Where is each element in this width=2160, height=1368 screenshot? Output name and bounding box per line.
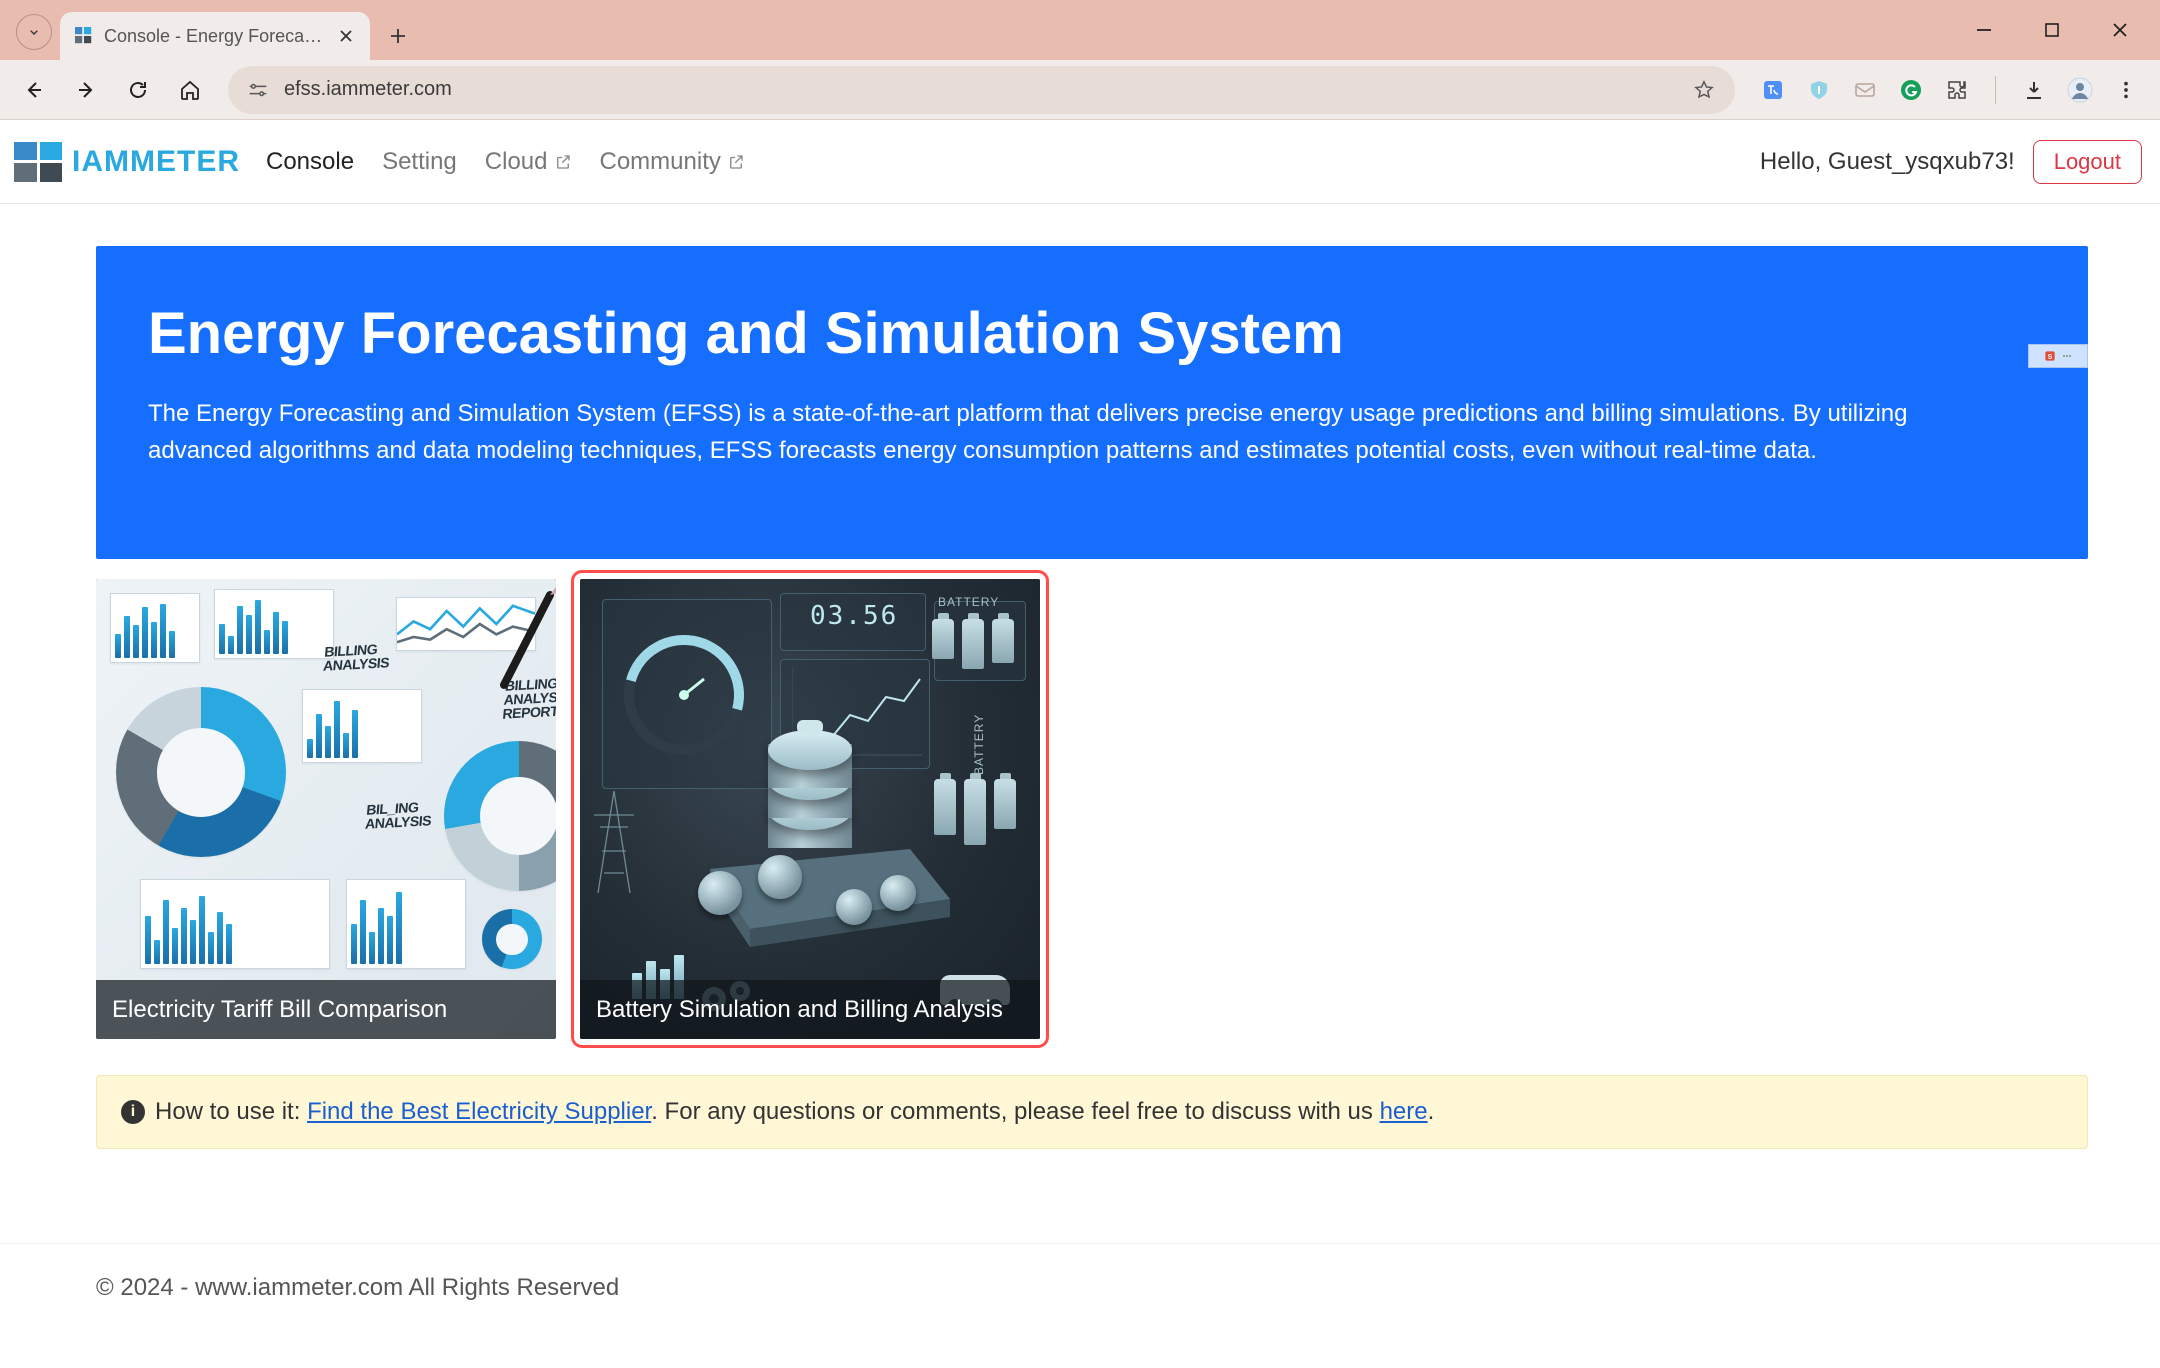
site-info-button[interactable]	[246, 78, 270, 102]
window-controls	[1970, 0, 2154, 60]
bookmark-button[interactable]	[1691, 77, 1717, 103]
arrow-right-icon	[74, 78, 98, 102]
nav-home-button[interactable]	[168, 68, 212, 112]
puzzle-icon	[1945, 78, 1969, 102]
new-tab-button[interactable]	[380, 18, 416, 54]
card-illustration: 03.56 BATTERY BATTERY	[580, 579, 1040, 1039]
close-icon	[2111, 21, 2129, 39]
hero-banner: Energy Forecasting and Simulation System…	[96, 246, 2088, 559]
close-icon	[339, 29, 353, 43]
profile-button[interactable]	[2066, 76, 2094, 104]
footer-copyright: © 2024 - www.iammeter.com All Rights Res…	[0, 1274, 2160, 1302]
minimize-icon	[1975, 21, 1993, 39]
logout-button[interactable]: Logout	[2033, 140, 2142, 184]
tab-search-dropdown[interactable]	[16, 14, 52, 50]
toolbar-divider	[1995, 76, 1996, 104]
external-link-icon	[727, 153, 745, 171]
hero-title: Energy Forecasting and Simulation System	[148, 300, 2036, 367]
card-title: Battery Simulation and Billing Analysis	[580, 980, 1040, 1039]
tab-favicon-icon	[74, 26, 94, 46]
maximize-icon	[2044, 22, 2060, 38]
url-text: efss.iammeter.com	[284, 78, 1677, 101]
info-text: How to use it: Find the Best Electricity…	[155, 1098, 1434, 1126]
svg-text:S: S	[2048, 354, 2053, 361]
nav-community[interactable]: Community	[600, 148, 745, 176]
info-link-here[interactable]: here	[1380, 1098, 1428, 1125]
star-icon	[1693, 79, 1715, 101]
toolbar-extensions	[1751, 76, 2148, 104]
address-bar[interactable]: efss.iammeter.com	[228, 66, 1735, 114]
profile-avatar-icon	[2067, 77, 2093, 103]
card-illustration: BILLING ANALYSIS BILLING ANALYSIS REPORT…	[96, 579, 556, 1039]
nav-reload-button[interactable]	[116, 68, 160, 112]
brand-logo-icon	[14, 142, 62, 182]
site-header: IAMMETER Console Setting Cloud Community…	[0, 120, 2160, 204]
plus-icon	[389, 27, 407, 45]
card-tariff-comparison[interactable]: BILLING ANALYSIS BILLING ANALYSIS REPORT…	[96, 579, 556, 1039]
main-content: Energy Forecasting and Simulation System…	[0, 246, 2160, 1189]
feature-cards: BILLING ANALYSIS BILLING ANALYSIS REPORT…	[96, 579, 2088, 1039]
extension-grammarly-icon[interactable]	[1897, 76, 1925, 104]
nav-back-button[interactable]	[12, 68, 56, 112]
brand-text: IAMMETER	[72, 145, 240, 179]
extension-shield-icon[interactable]	[1805, 76, 1833, 104]
extension-translate-icon[interactable]	[1759, 76, 1787, 104]
tab-close-button[interactable]	[336, 26, 356, 46]
user-greeting: Hello, Guest_ysqxub73!	[1760, 148, 2015, 176]
nav-console[interactable]: Console	[266, 148, 354, 176]
nav-cloud-label: Cloud	[485, 148, 548, 176]
floating-badge[interactable]: S	[2028, 344, 2088, 368]
nav-forward-button[interactable]	[64, 68, 108, 112]
browser-toolbar: efss.iammeter.com	[0, 60, 2160, 120]
downloads-button[interactable]	[2020, 76, 2048, 104]
home-icon	[178, 78, 202, 102]
tune-icon	[247, 79, 269, 101]
info-icon: i	[121, 1100, 145, 1124]
kebab-icon	[2115, 79, 2137, 101]
card-title: Electricity Tariff Bill Comparison	[96, 980, 556, 1039]
site-footer: © 2024 - www.iammeter.com All Rights Res…	[0, 1243, 2160, 1342]
browser-tab-active[interactable]: Console - Energy Forecasting	[60, 12, 370, 60]
download-icon	[2022, 78, 2046, 102]
external-link-icon	[554, 153, 572, 171]
nav-setting[interactable]: Setting	[382, 148, 457, 176]
main-nav: Console Setting Cloud Community	[266, 148, 745, 176]
info-banner: i How to use it: Find the Best Electrici…	[96, 1075, 2088, 1149]
extension-mail-icon[interactable]	[1851, 76, 1879, 104]
card-battery-simulation[interactable]: 03.56 BATTERY BATTERY	[580, 579, 1040, 1039]
window-minimize-button[interactable]	[1970, 16, 1998, 44]
nav-community-label: Community	[600, 148, 721, 176]
page-scroll-area[interactable]: IAMMETER Console Setting Cloud Community…	[0, 120, 2160, 1368]
chevron-down-icon	[26, 24, 42, 40]
reload-icon	[126, 78, 150, 102]
info-link-supplier[interactable]: Find the Best Electricity Supplier	[307, 1098, 651, 1125]
hero-body: The Energy Forecasting and Simulation Sy…	[148, 395, 1960, 469]
header-right: Hello, Guest_ysqxub73! Logout	[1760, 140, 2142, 184]
nav-cloud[interactable]: Cloud	[485, 148, 572, 176]
chrome-menu-button[interactable]	[2112, 76, 2140, 104]
page-viewport: IAMMETER Console Setting Cloud Community…	[0, 120, 2160, 1368]
brand[interactable]: IAMMETER	[14, 142, 240, 182]
window-close-button[interactable]	[2106, 16, 2134, 44]
badge-s-icon: S	[2043, 349, 2057, 363]
window-maximize-button[interactable]	[2038, 16, 2066, 44]
extensions-menu-button[interactable]	[1943, 76, 1971, 104]
tab-title: Console - Energy Forecasting	[104, 26, 326, 47]
arrow-left-icon	[22, 78, 46, 102]
badge-dots-icon	[2061, 350, 2073, 362]
browser-tab-strip: Console - Energy Forecasting	[0, 0, 2160, 60]
